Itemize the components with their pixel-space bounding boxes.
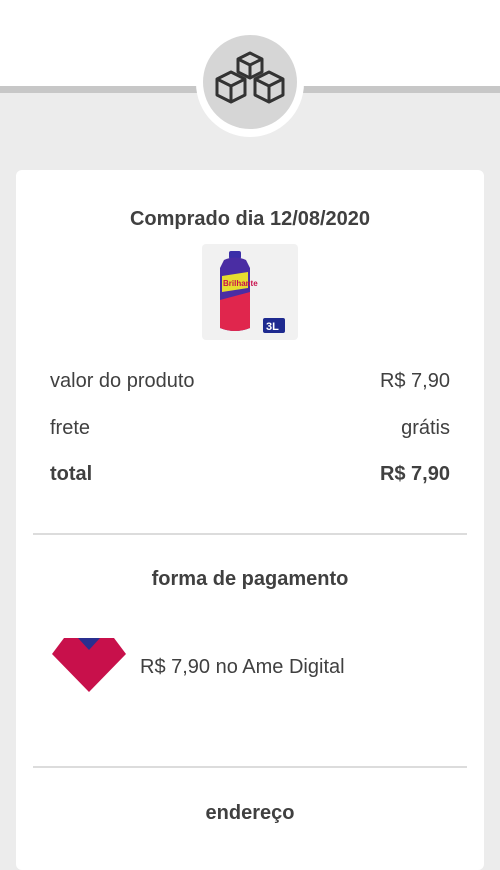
detergent-bottle-icon: Brilhante 3L (220, 251, 285, 333)
product-value: R$ 7,90 (379, 370, 450, 392)
order-status-badge (196, 29, 304, 137)
product-value-row: valor do produto R$ 7,90 (50, 370, 450, 396)
product-size-text: 3L (266, 321, 279, 333)
address-section-title: endereço (205, 802, 295, 824)
ame-digital-logo-icon (52, 638, 126, 692)
product-brand-text: Brilhante (223, 279, 258, 288)
payment-method-text: R$ 7,90 no Ame Digital (140, 656, 345, 678)
total-row: total R$ 7,90 (50, 463, 450, 489)
boxes-icon (215, 51, 285, 104)
total-value: R$ 7,90 (379, 463, 450, 485)
payment-section-title: forma de pagamento (151, 568, 349, 590)
shipping-row: frete grátis (50, 417, 450, 443)
summary-divider (33, 533, 467, 535)
shipping-value: grátis (401, 417, 450, 439)
purchase-date-title: Comprado dia 12/08/2020 (129, 208, 371, 230)
order-details-card: Comprado dia 12/08/2020 Brilhante 3L val… (16, 170, 484, 870)
badge-circle (203, 35, 297, 129)
product-thumbnail[interactable]: Brilhante 3L (202, 244, 298, 340)
product-value-label: valor do produto (50, 370, 195, 392)
total-label: total (50, 463, 93, 485)
shipping-label: frete (50, 417, 91, 439)
payment-divider (33, 766, 467, 768)
